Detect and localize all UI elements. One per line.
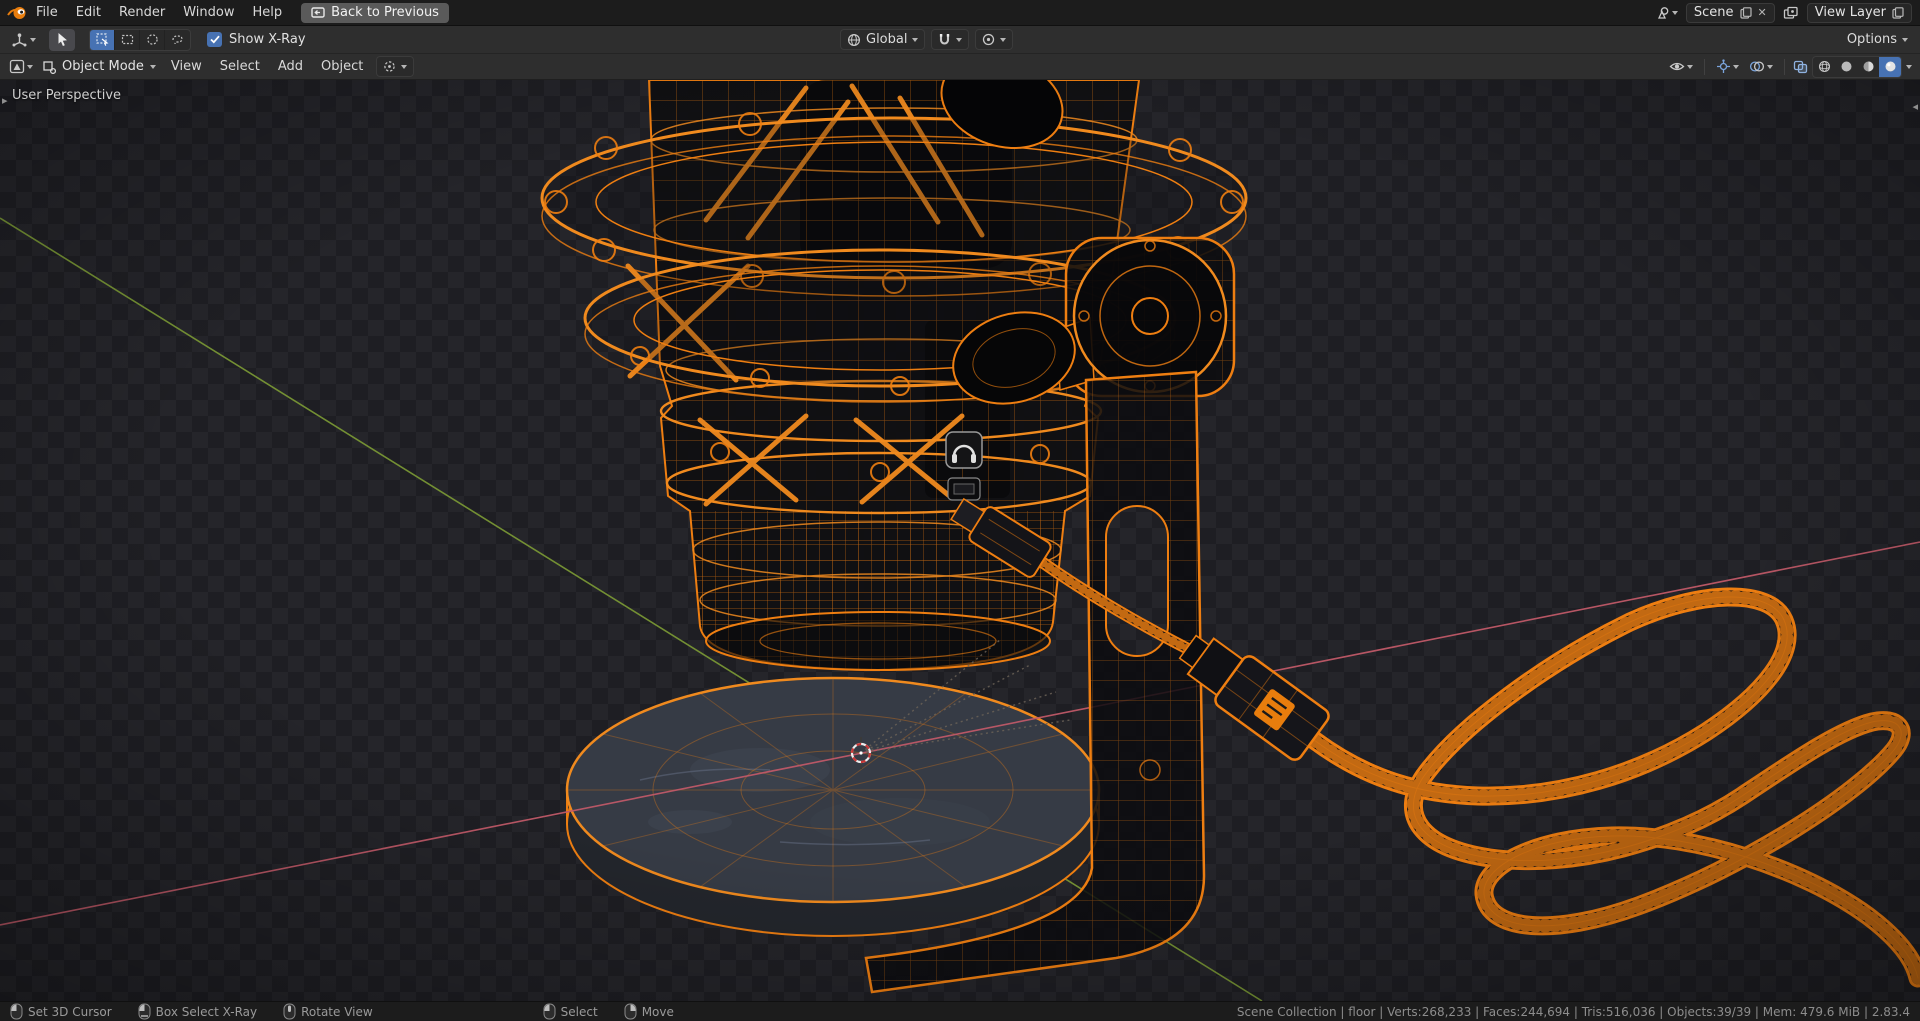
select-mode-tweak-icon[interactable] [90, 29, 115, 50]
hint-move: Move [624, 1003, 674, 1020]
gizmo-icon [1717, 59, 1730, 73]
scene-statistics: Scene Collection | floor | Verts:268,233… [1236, 1004, 1910, 1019]
mouse-left-icon [10, 1003, 23, 1020]
xray-toggle[interactable] [1793, 60, 1808, 74]
menu-view[interactable]: View [162, 54, 211, 79]
shading-rendered-icon[interactable] [1879, 56, 1901, 77]
copy-view-layer-icon[interactable] [1892, 6, 1904, 19]
transform-widgets: Global [840, 26, 1014, 53]
object-mode-dropdown[interactable]: Object Mode [36, 59, 162, 74]
view-layer-icon[interactable] [1780, 6, 1802, 20]
toolbar-expand-arrow[interactable]: ▸ [2, 94, 8, 107]
gizmo-toggle[interactable] [1713, 59, 1742, 74]
shading-wireframe-icon[interactable] [1813, 57, 1835, 77]
select-mode-box-icon[interactable] [115, 29, 140, 50]
mouse-left-drag-icon [138, 1003, 151, 1020]
shading-solid-icon[interactable] [1835, 57, 1857, 77]
mouse-right-icon [624, 1003, 637, 1020]
blender-logo-icon[interactable] [7, 5, 27, 21]
menu-render[interactable]: Render [110, 0, 174, 25]
viewport-canvas[interactable] [0, 80, 1920, 1001]
editor-type-caret [30, 37, 36, 42]
view-layer-field[interactable]: View Layer [1806, 2, 1912, 23]
shading-popover-caret[interactable] [1906, 64, 1912, 69]
unlink-scene-icon[interactable]: ✕ [1758, 6, 1767, 19]
xray-icon [1793, 60, 1808, 73]
back-screen-icon [311, 7, 325, 18]
select-mode-group [89, 28, 191, 51]
pivot-icon [384, 61, 396, 72]
select-mode-lasso-icon[interactable] [165, 30, 190, 50]
snap-caret[interactable] [956, 37, 963, 42]
shading-material-icon[interactable] [1857, 57, 1879, 77]
topbar: File Edit Render Window Help Back to Pre… [0, 0, 1920, 26]
view-perspective-label: User Perspective [12, 88, 122, 103]
shading-mode-group [1812, 55, 1902, 78]
pivot-point-dropdown[interactable] [376, 56, 415, 77]
menu-window[interactable]: Window [174, 0, 243, 25]
editor-type-dropdown[interactable] [8, 32, 39, 48]
options-dropdown[interactable]: Options [1847, 32, 1908, 47]
viewport-header: Object Mode View Select Add Object [0, 54, 1920, 80]
snap-magnet-button[interactable] [931, 29, 970, 50]
hint-select: Select [543, 1003, 598, 1020]
object-mode-icon [43, 60, 56, 74]
viewport-editor-icon[interactable] [6, 59, 36, 74]
overlays-icon [1749, 61, 1765, 72]
orientation-dropdown[interactable]: Global [840, 29, 926, 50]
proportional-edit-button[interactable] [975, 29, 1014, 50]
viewport-3d[interactable]: User Perspective ▸ ◂ [0, 80, 1920, 1001]
show-xray-checkbox[interactable] [207, 32, 222, 47]
select-tool-button[interactable] [49, 28, 75, 51]
sidebar-expand-arrow[interactable]: ◂ [1912, 100, 1918, 113]
select-mode-circle-icon[interactable] [140, 29, 165, 50]
scene-name-field[interactable]: Scene ✕ [1685, 2, 1775, 23]
new-scene-icon[interactable] [1739, 6, 1752, 19]
overlays-toggle[interactable] [1746, 60, 1776, 73]
eye-icon [1669, 62, 1685, 71]
scene-caret [1671, 10, 1678, 15]
menu-file[interactable]: File [27, 0, 67, 25]
mouse-middle-icon [283, 1003, 296, 1020]
hint-box-select: Box Select X-Ray [138, 1003, 257, 1020]
menu-object[interactable]: Object [312, 54, 372, 79]
menu-add[interactable]: Add [269, 54, 312, 79]
show-xray-label: Show X-Ray [229, 32, 306, 47]
hint-set-3d-cursor: Set 3D Cursor [10, 1003, 112, 1020]
hint-rotate-view: Rotate View [283, 1003, 373, 1020]
mouse-left-icon [543, 1003, 556, 1020]
orientation-globe-icon [847, 33, 861, 46]
menu-help[interactable]: Help [244, 0, 292, 25]
status-bar: Set 3D Cursor Box Select X-Ray Rotate Vi… [0, 1001, 1920, 1021]
menu-edit[interactable]: Edit [67, 0, 110, 25]
object-visibility-dropdown[interactable] [1666, 60, 1696, 73]
tool-settings-bar: Show X-Ray Global Options [0, 26, 1920, 54]
proportional-caret[interactable] [1000, 37, 1007, 42]
scene-icon[interactable] [1651, 6, 1681, 20]
menu-select[interactable]: Select [211, 54, 269, 79]
viewport-vignette [0, 80, 1920, 1001]
back-to-previous-button[interactable]: Back to Previous [301, 2, 449, 23]
